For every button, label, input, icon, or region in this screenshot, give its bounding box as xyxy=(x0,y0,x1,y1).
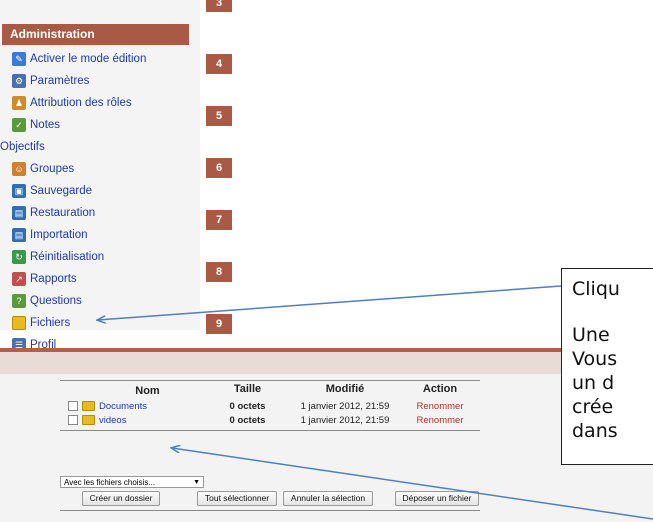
reports-icon: ↗ xyxy=(12,272,26,286)
grades-icon: ✓ xyxy=(12,118,26,132)
admin-item-reports[interactable]: ↗ Rapports xyxy=(12,268,146,290)
file-modified: 1 janvier 2012, 21:59 xyxy=(300,414,390,426)
callout-line: Vous xyxy=(572,348,618,370)
admin-item-questions[interactable]: ? Questions xyxy=(12,290,146,312)
chevron-down-icon: ▼ xyxy=(193,479,200,486)
admin-item-restore[interactable]: ▤ Restauration xyxy=(12,202,146,224)
admin-item-roles[interactable]: ♟ Attribution des rôles xyxy=(12,92,146,114)
questions-icon: ? xyxy=(12,294,26,308)
file-table-header: Nom Taille Modifié Action xyxy=(60,380,480,399)
deselect-button[interactable]: Annuler la sélection xyxy=(283,491,373,506)
callout-line: dans xyxy=(572,420,618,442)
row-checkbox[interactable] xyxy=(68,415,78,425)
create-folder-button[interactable]: Créer un dossier xyxy=(82,491,160,506)
admin-item-label: Fichiers xyxy=(30,317,71,329)
file-manager-screenshot: Nom Taille Modifié Action Documents 0 oc… xyxy=(0,374,653,522)
col-name-header: Nom xyxy=(135,385,160,397)
admin-block-title: Administration xyxy=(2,24,189,45)
edit-pencil-icon: ✎ xyxy=(12,52,26,66)
groups-icon: ☺ xyxy=(12,162,26,176)
backup-icon: ▣ xyxy=(12,184,26,198)
admin-item-settings[interactable]: ⚙ Paramètres xyxy=(12,70,146,92)
file-table: Nom Taille Modifié Action Documents 0 oc… xyxy=(60,380,480,431)
admin-panel-screenshot: Administration ✎ Activer le mode édition… xyxy=(0,0,200,352)
admin-item-backup[interactable]: ▣ Sauvegarde xyxy=(12,180,146,202)
week-badge: 9 xyxy=(206,314,232,334)
admin-item-groups[interactable]: ☺ Groupes xyxy=(12,158,146,180)
admin-item-label: Paramètres xyxy=(30,75,90,87)
admin-item-label: Questions xyxy=(30,295,82,307)
dropdown-value: Avec les fichiers choisis... xyxy=(64,478,155,487)
instruction-callout: Cliqu Une Vous un d crée dans xyxy=(561,268,653,465)
rename-link[interactable]: Renommer xyxy=(400,401,480,412)
week-badge: 4 xyxy=(206,54,232,74)
with-selected-dropdown[interactable]: Avec les fichiers choisis... ▼ xyxy=(60,476,204,488)
admin-item-grades[interactable]: ✓ Notes xyxy=(12,114,146,136)
table-divider xyxy=(60,510,480,511)
select-all-button[interactable]: Tout sélectionner xyxy=(197,491,277,506)
admin-item-import[interactable]: ▤ Importation xyxy=(12,224,146,246)
roles-icon: ♟ xyxy=(12,96,26,110)
callout-line: Cliqu xyxy=(572,278,620,300)
admin-item-files[interactable]: Fichiers xyxy=(12,312,146,334)
divider-band xyxy=(0,348,653,374)
file-name-link[interactable]: Documents xyxy=(99,401,147,412)
admin-item-label: Rapports xyxy=(30,273,77,285)
admin-menu: ✎ Activer le mode édition ⚙ Paramètres ♟… xyxy=(0,48,146,356)
folder-icon xyxy=(82,401,95,411)
rename-link[interactable]: Renommer xyxy=(400,415,480,426)
admin-item-label: Attribution des rôles xyxy=(30,97,132,109)
settings-icon: ⚙ xyxy=(12,74,26,88)
col-size-header: Taille xyxy=(233,383,262,395)
admin-item-label: Sauvegarde xyxy=(30,185,93,197)
file-size: 0 octets xyxy=(229,414,266,426)
table-divider xyxy=(60,430,480,431)
import-icon: ▤ xyxy=(12,228,26,242)
week-badge: 6 xyxy=(206,158,232,178)
admin-item-outcomes[interactable]: Objectifs xyxy=(0,136,146,158)
admin-item-label: Groupes xyxy=(30,163,75,175)
table-row: Documents 0 octets 1 janvier 2012, 21:59… xyxy=(60,399,480,413)
folder-icon xyxy=(82,415,95,425)
col-modified-header: Modifié xyxy=(325,383,365,395)
week-badge: 3 xyxy=(206,0,232,12)
week-badge: 7 xyxy=(206,210,232,230)
callout-line: Une xyxy=(572,324,610,346)
admin-item-label: Objectifs xyxy=(0,141,45,153)
col-action-header: Action xyxy=(422,383,458,395)
row-checkbox[interactable] xyxy=(68,401,78,411)
admin-item-label: Restauration xyxy=(30,207,96,219)
file-size: 0 octets xyxy=(229,400,266,412)
admin-item-label: Réinitialisation xyxy=(30,251,105,263)
upload-file-button[interactable]: Déposer un fichier xyxy=(395,491,479,506)
callout-line: un d xyxy=(572,372,615,394)
admin-item-reset[interactable]: ↻ Réinitialisation xyxy=(12,246,146,268)
file-name-link[interactable]: videos xyxy=(99,415,126,426)
admin-item-edit-mode[interactable]: ✎ Activer le mode édition xyxy=(12,48,146,70)
admin-item-label: Notes xyxy=(30,119,61,131)
admin-item-label: Activer le mode édition xyxy=(30,53,147,65)
callout-line: crée xyxy=(572,396,614,418)
file-modified: 1 janvier 2012, 21:59 xyxy=(300,400,390,412)
restore-icon: ▤ xyxy=(12,206,26,220)
folder-icon xyxy=(12,316,26,330)
week-badge: 8 xyxy=(206,262,232,282)
reset-icon: ↻ xyxy=(12,250,26,264)
admin-item-label: Importation xyxy=(30,229,88,241)
table-row: videos 0 octets 1 janvier 2012, 21:59 Re… xyxy=(60,413,480,427)
week-badge: 5 xyxy=(206,106,232,126)
